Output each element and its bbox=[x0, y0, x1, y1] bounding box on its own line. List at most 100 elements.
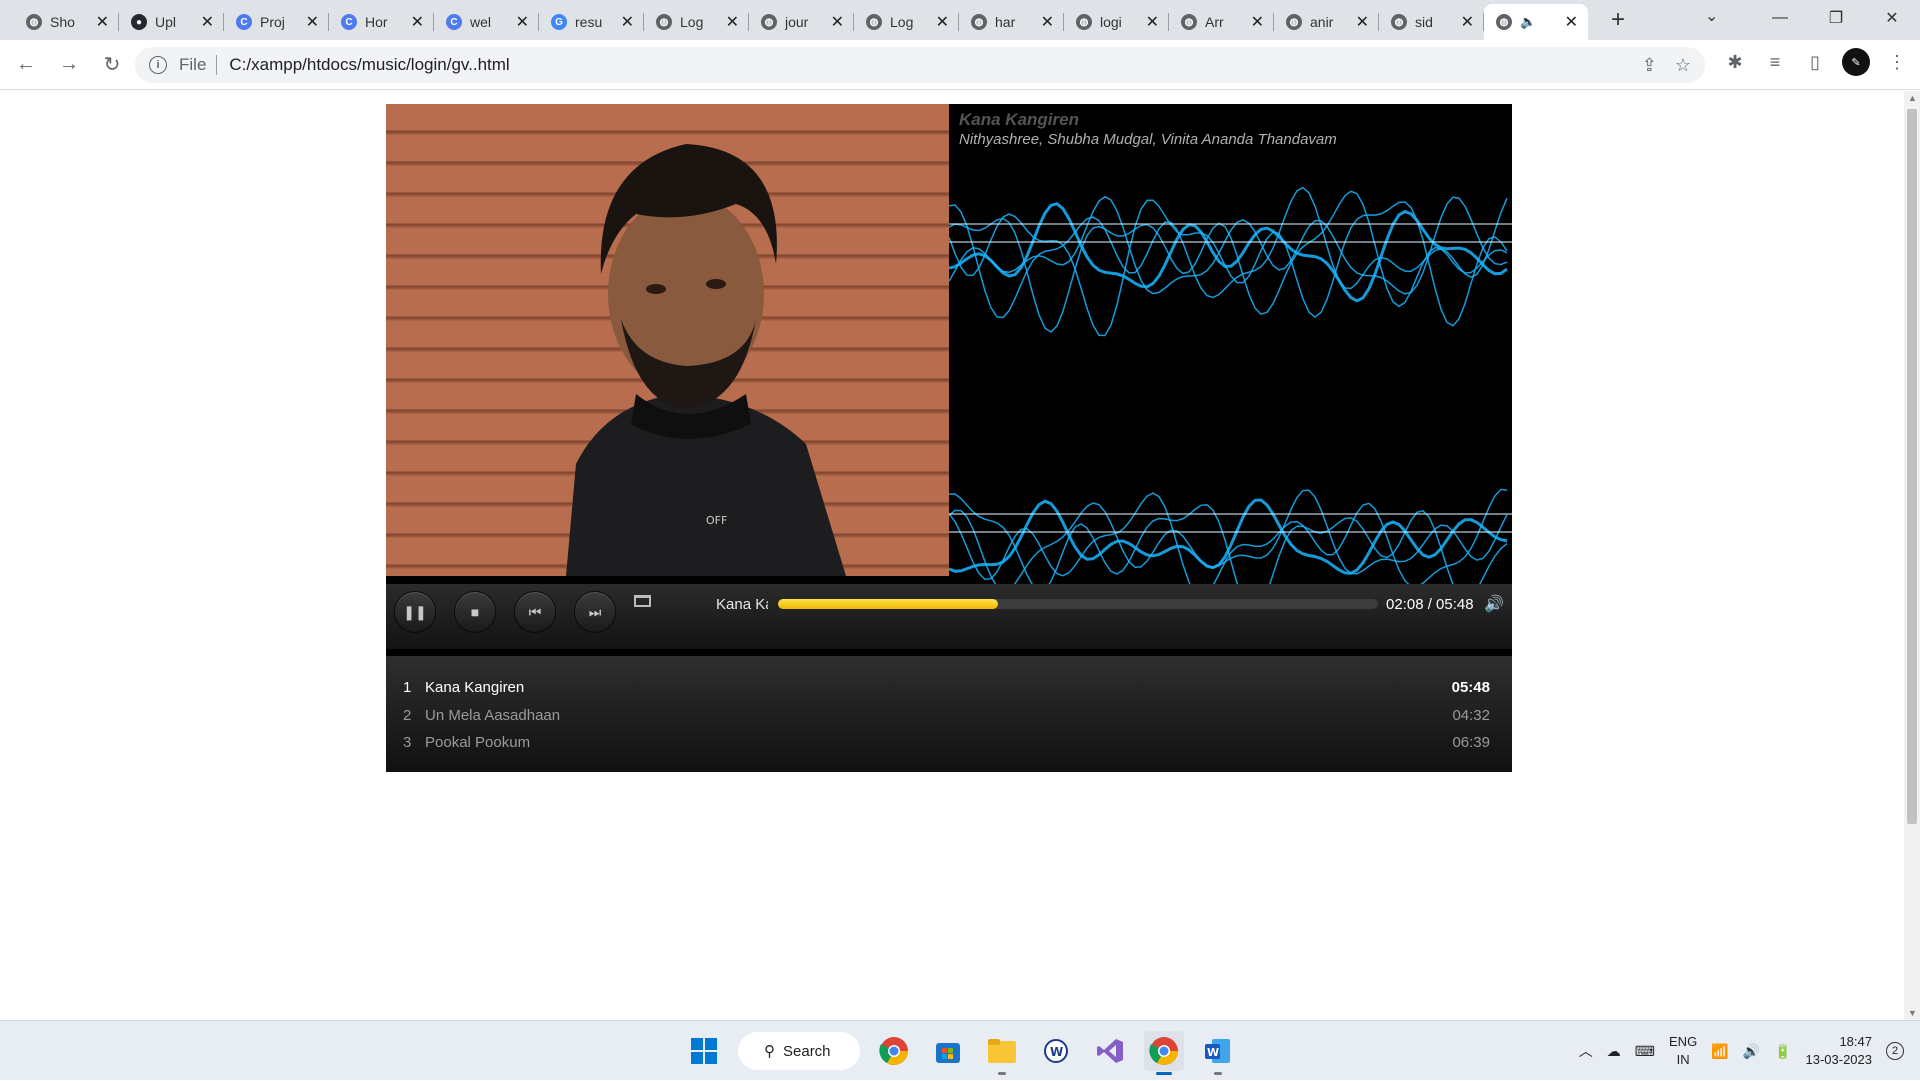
media-control-icon[interactable]: ≡ bbox=[1762, 49, 1788, 75]
wifi-icon[interactable]: 📶 bbox=[1711, 1043, 1728, 1060]
scrollbar-thumb[interactable] bbox=[1907, 109, 1917, 824]
close-tab-icon[interactable]: ✕ bbox=[726, 12, 739, 32]
language-indicator[interactable]: ENG IN bbox=[1669, 1033, 1697, 1069]
tab-item[interactable]: ◍ Sho ✕ bbox=[14, 4, 119, 40]
tab-item[interactable]: G resu ✕ bbox=[539, 4, 644, 40]
repeat-icon[interactable] bbox=[634, 595, 651, 607]
close-tab-icon[interactable]: ✕ bbox=[936, 12, 949, 32]
stop-button[interactable]: ■ bbox=[454, 591, 496, 633]
tab-item[interactable]: ◍ Log ✕ bbox=[644, 4, 749, 40]
playlist-item-name: Pookal Pookum bbox=[425, 734, 531, 752]
pause-button[interactable]: ❚❚ bbox=[394, 591, 436, 633]
new-tab-button[interactable]: + bbox=[1602, 4, 1634, 36]
globe-icon: ◍ bbox=[971, 14, 987, 30]
svg-text:W: W bbox=[1050, 1045, 1063, 1059]
tab-title: Upl bbox=[155, 14, 177, 30]
scroll-down-icon[interactable]: ▼ bbox=[1908, 1008, 1917, 1018]
playlist-item[interactable]: 2 Un Mela Aasadhaan 04:32 bbox=[386, 702, 1512, 730]
tab-item[interactable]: ◍ har ✕ bbox=[959, 4, 1064, 40]
canva-icon: C bbox=[236, 14, 252, 30]
stop-icon: ■ bbox=[470, 604, 480, 620]
reload-button[interactable]: ↻ bbox=[95, 48, 129, 82]
close-window-button[interactable]: ✕ bbox=[1864, 0, 1920, 36]
tab-item[interactable]: ● Upl ✕ bbox=[119, 4, 224, 40]
keyboard-icon[interactable]: ⌨ bbox=[1635, 1043, 1655, 1060]
chevron-up-icon[interactable]: ︿ bbox=[1579, 1041, 1593, 1061]
tab-active[interactable]: ◍ 🔈 ✕ bbox=[1484, 4, 1588, 40]
tab-search-chevron-icon[interactable]: ⌄ bbox=[1705, 6, 1718, 26]
restore-button[interactable]: ❐ bbox=[1808, 0, 1864, 36]
close-tab-icon[interactable]: ✕ bbox=[1356, 12, 1369, 32]
playlist-item[interactable]: 1 Kana Kangiren 05:48 bbox=[386, 674, 1512, 702]
profile-avatar[interactable]: ✎ bbox=[1842, 48, 1870, 76]
bookmark-star-icon[interactable]: ☆ bbox=[1675, 55, 1691, 76]
word-pad-icon[interactable]: W bbox=[1036, 1031, 1076, 1071]
windows-start-icon[interactable] bbox=[684, 1031, 724, 1071]
visual-studio-icon[interactable] bbox=[1090, 1031, 1130, 1071]
close-tab-icon[interactable]: ✕ bbox=[306, 12, 319, 32]
chrome-active-icon[interactable] bbox=[1144, 1031, 1184, 1075]
scroll-up-icon[interactable]: ▲ bbox=[1908, 93, 1917, 103]
tab-item[interactable]: ◍ jour ✕ bbox=[749, 4, 854, 40]
close-tab-icon[interactable]: ✕ bbox=[1461, 12, 1474, 32]
onedrive-icon[interactable]: ☁ bbox=[1607, 1043, 1621, 1060]
forward-button[interactable]: → bbox=[52, 48, 86, 82]
next-button[interactable]: ⏭ bbox=[574, 591, 616, 633]
close-tab-icon[interactable]: ✕ bbox=[201, 12, 214, 32]
chrome-icon[interactable] bbox=[874, 1031, 914, 1071]
tab-title: Arr bbox=[1205, 14, 1224, 30]
playlist-item-number: 2 bbox=[403, 706, 412, 724]
address-bar[interactable]: i File C:/xampp/htdocs/music/login/gv..h… bbox=[135, 47, 1705, 83]
tab-item[interactable]: C Proj ✕ bbox=[224, 4, 329, 40]
tab-item[interactable]: ◍ logi ✕ bbox=[1064, 4, 1169, 40]
playlist: 1 Kana Kangiren 05:48 2 Un Mela Aasadhaan… bbox=[386, 656, 1512, 772]
close-tab-icon[interactable]: ✕ bbox=[411, 12, 424, 32]
side-panel-icon[interactable]: ▯ bbox=[1802, 49, 1828, 75]
tab-strip: ◍ Sho ✕ ● Upl ✕ C Proj ✕ C Hor ✕ C wel ✕ G re… bbox=[0, 0, 1920, 40]
info-icon[interactable]: i bbox=[149, 56, 167, 74]
globe-icon: ◍ bbox=[1286, 14, 1302, 30]
clock[interactable]: 18:47 13-03-2023 bbox=[1806, 1033, 1873, 1069]
close-tab-icon[interactable]: ✕ bbox=[1251, 12, 1264, 32]
waveform-line bbox=[949, 199, 1508, 337]
page-scrollbar[interactable]: ▲ ▼ bbox=[1904, 91, 1920, 1020]
tab-item[interactable]: ◍ anir ✕ bbox=[1274, 4, 1379, 40]
menu-kebab-icon[interactable]: ⋮ bbox=[1884, 49, 1910, 75]
playlist-item-name: Un Mela Aasadhaan bbox=[425, 706, 561, 724]
previous-button[interactable]: ⏮ bbox=[514, 591, 556, 633]
tab-item[interactable]: C wel ✕ bbox=[434, 4, 539, 40]
close-tab-icon[interactable]: ✕ bbox=[1565, 12, 1578, 32]
taskbar-search[interactable]: ⚲ Search bbox=[738, 1032, 860, 1070]
music-player: OFF Kana Kangiren Nithyashree, Shubha Mu… bbox=[386, 104, 1512, 772]
pause-icon: ❚❚ bbox=[403, 603, 427, 620]
extensions-puzzle-icon[interactable]: ✱ bbox=[1722, 49, 1748, 75]
tab-item[interactable]: ◍ Arr ✕ bbox=[1169, 4, 1274, 40]
speaker-icon[interactable]: 🔈 bbox=[1520, 14, 1536, 30]
volume-tray-icon[interactable]: 🔊 bbox=[1743, 1043, 1760, 1060]
close-tab-icon[interactable]: ✕ bbox=[96, 12, 109, 32]
close-tab-icon[interactable]: ✕ bbox=[831, 12, 844, 32]
tab-item[interactable]: C Hor ✕ bbox=[329, 4, 434, 40]
word-icon[interactable]: W bbox=[1198, 1031, 1238, 1075]
progress-bar[interactable] bbox=[778, 599, 1378, 609]
now-playing-marquee: Kana Kangiren bbox=[716, 596, 768, 613]
close-tab-icon[interactable]: ✕ bbox=[1146, 12, 1159, 32]
close-tab-icon[interactable]: ✕ bbox=[621, 12, 634, 32]
volume-icon[interactable]: 🔊 bbox=[1484, 594, 1504, 614]
battery-icon[interactable]: 🔋 bbox=[1774, 1043, 1791, 1060]
back-button[interactable]: ← bbox=[9, 48, 43, 82]
tab-item[interactable]: ◍ sid ✕ bbox=[1379, 4, 1484, 40]
globe-icon: ◍ bbox=[1181, 14, 1197, 30]
share-icon[interactable]: ⇪ bbox=[1642, 55, 1657, 76]
tab-item[interactable]: ◍ Log ✕ bbox=[854, 4, 959, 40]
close-tab-icon[interactable]: ✕ bbox=[516, 12, 529, 32]
url-text[interactable]: C:/xampp/htdocs/music/login/gv..html bbox=[229, 55, 509, 75]
canva-icon: C bbox=[341, 14, 357, 30]
close-tab-icon[interactable]: ✕ bbox=[1041, 12, 1054, 32]
playlist-item[interactable]: 3 Pookal Pookum 06:39 bbox=[386, 729, 1512, 757]
notification-badge[interactable]: 2 bbox=[1886, 1042, 1904, 1060]
track-artists: Nithyashree, Shubha Mudgal, Vinita Anand… bbox=[959, 131, 1337, 148]
minimize-button[interactable]: — bbox=[1752, 0, 1808, 36]
microsoft-store-icon[interactable] bbox=[928, 1031, 968, 1071]
file-explorer-icon[interactable] bbox=[982, 1031, 1022, 1075]
